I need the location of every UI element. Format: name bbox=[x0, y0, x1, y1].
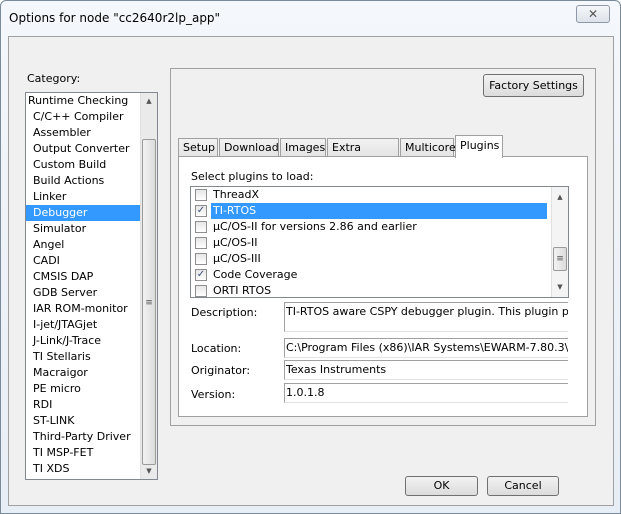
tab-setup[interactable]: Setup bbox=[178, 138, 218, 157]
originator-field: Texas Instruments bbox=[284, 360, 568, 380]
tab-images[interactable]: Images bbox=[280, 138, 326, 157]
category-item[interactable]: Custom Build bbox=[26, 157, 157, 173]
plugin-name: ORTI RTOS bbox=[213, 284, 272, 297]
category-item[interactable]: I-jet/JTAGjet bbox=[26, 317, 157, 333]
category-item[interactable]: IAR ROM-monitor bbox=[26, 301, 157, 317]
plugin-item[interactable]: ✓ TI-RTOS bbox=[191, 203, 568, 219]
category-item[interactable]: J-Link/J-Trace bbox=[26, 333, 157, 349]
category-item[interactable]: Macraigor bbox=[26, 365, 157, 381]
plugin-item[interactable]: µC/OS-II bbox=[191, 235, 568, 251]
checkbox[interactable] bbox=[195, 237, 207, 249]
scroll-down-icon[interactable]: ▼ bbox=[141, 463, 157, 479]
close-button[interactable]: ✕ bbox=[576, 5, 610, 23]
checkbox[interactable]: ✓ bbox=[195, 205, 207, 217]
plugin-name: µC/OS-III bbox=[213, 252, 261, 265]
scroll-up-icon[interactable]: ▲ bbox=[141, 93, 157, 109]
scroll-thumb[interactable]: ≡ bbox=[142, 139, 156, 465]
window-title: Options for node "cc2640r2lp_app" bbox=[9, 11, 221, 25]
tab-multicore[interactable]: Multicore bbox=[400, 138, 456, 157]
category-item[interactable]: CADI bbox=[26, 253, 157, 269]
scroll-up-icon[interactable]: ▲ bbox=[552, 189, 568, 205]
plugin-item[interactable]: ORTI RTOS bbox=[191, 283, 568, 297]
scroll-down-icon[interactable]: ▼ bbox=[552, 279, 568, 295]
category-item[interactable]: Angel bbox=[26, 237, 157, 253]
ok-button[interactable]: OK bbox=[405, 476, 478, 496]
plugin-item[interactable]: ✓ Code Coverage bbox=[191, 267, 568, 283]
plugins-list[interactable]: ThreadX ✓ TI-RTOS µC/OS-II for versions 2.8… bbox=[190, 186, 569, 298]
category-item[interactable]: Linker bbox=[26, 189, 157, 205]
plugin-item[interactable]: µC/OS-II for versions 2.86 and earlier bbox=[191, 219, 568, 235]
checkbox[interactable] bbox=[195, 285, 207, 297]
category-item[interactable]: Build Actions bbox=[26, 173, 157, 189]
category-item[interactable]: RDI bbox=[26, 397, 157, 413]
checkbox[interactable] bbox=[195, 189, 207, 201]
category-item[interactable]: Debugger bbox=[26, 205, 157, 221]
category-item[interactable]: Output Converter bbox=[26, 141, 157, 157]
tab-extra-options[interactable]: Extra Options bbox=[327, 138, 399, 172]
checkbox[interactable] bbox=[195, 253, 207, 265]
description-label: Description: bbox=[191, 306, 258, 319]
location-label: Location: bbox=[191, 342, 242, 355]
category-item[interactable]: TI Stellaris bbox=[26, 349, 157, 365]
version-field: 1.0.1.8 bbox=[284, 383, 568, 403]
category-item[interactable]: Simulator bbox=[26, 221, 157, 237]
plugin-name: Code Coverage bbox=[213, 268, 298, 281]
plugin-item[interactable]: ThreadX bbox=[191, 187, 568, 203]
plugins-scrollbar[interactable]: ▲ ≡ ▼ bbox=[551, 187, 568, 297]
tab-plugins[interactable]: Plugins bbox=[455, 135, 503, 158]
tab-download[interactable]: Download bbox=[219, 138, 279, 157]
category-item[interactable]: Assembler bbox=[26, 125, 157, 141]
originator-label: Originator: bbox=[191, 364, 251, 377]
category-label: Category: bbox=[27, 72, 81, 85]
plugin-name: ThreadX bbox=[213, 188, 259, 201]
category-item[interactable]: GDB Server bbox=[26, 285, 157, 301]
plugins-label: Select plugins to load: bbox=[191, 170, 314, 183]
category-list[interactable]: Runtime Checking C/C++ Compiler Assembler O… bbox=[25, 92, 158, 480]
category-item[interactable]: PE micro bbox=[26, 381, 157, 397]
category-item[interactable]: Third-Party Driver bbox=[26, 429, 157, 445]
plugin-name: TI-RTOS bbox=[211, 203, 547, 219]
location-field: C:\Program Files (x86)\IAR Systems\EWARM… bbox=[284, 338, 568, 358]
category-item[interactable]: ST-LINK bbox=[26, 413, 157, 429]
category-item[interactable]: TI XDS bbox=[26, 461, 157, 477]
factory-settings-button[interactable]: Factory Settings bbox=[483, 74, 584, 97]
cancel-button[interactable]: Cancel bbox=[487, 476, 559, 496]
category-item[interactable]: TI MSP-FET bbox=[26, 445, 157, 461]
checkbox[interactable]: ✓ bbox=[195, 269, 207, 281]
category-item[interactable]: Runtime Checking bbox=[26, 93, 157, 109]
category-item[interactable]: C/C++ Compiler bbox=[26, 109, 157, 125]
category-item[interactable]: CMSIS DAP bbox=[26, 269, 157, 285]
checkbox[interactable] bbox=[195, 221, 207, 233]
plugin-name: µC/OS-II for versions 2.86 and earlier bbox=[213, 220, 417, 233]
close-icon: ✕ bbox=[587, 7, 599, 21]
plugin-name: µC/OS-II bbox=[213, 236, 258, 249]
version-label: Version: bbox=[191, 388, 236, 401]
category-scrollbar[interactable]: ▲ ≡ ▼ bbox=[140, 93, 157, 479]
plugin-item[interactable]: µC/OS-III bbox=[191, 251, 568, 267]
description-field: TI-RTOS aware CSPY debugger plugin. This… bbox=[284, 302, 568, 332]
scroll-thumb[interactable]: ≡ bbox=[553, 247, 567, 271]
